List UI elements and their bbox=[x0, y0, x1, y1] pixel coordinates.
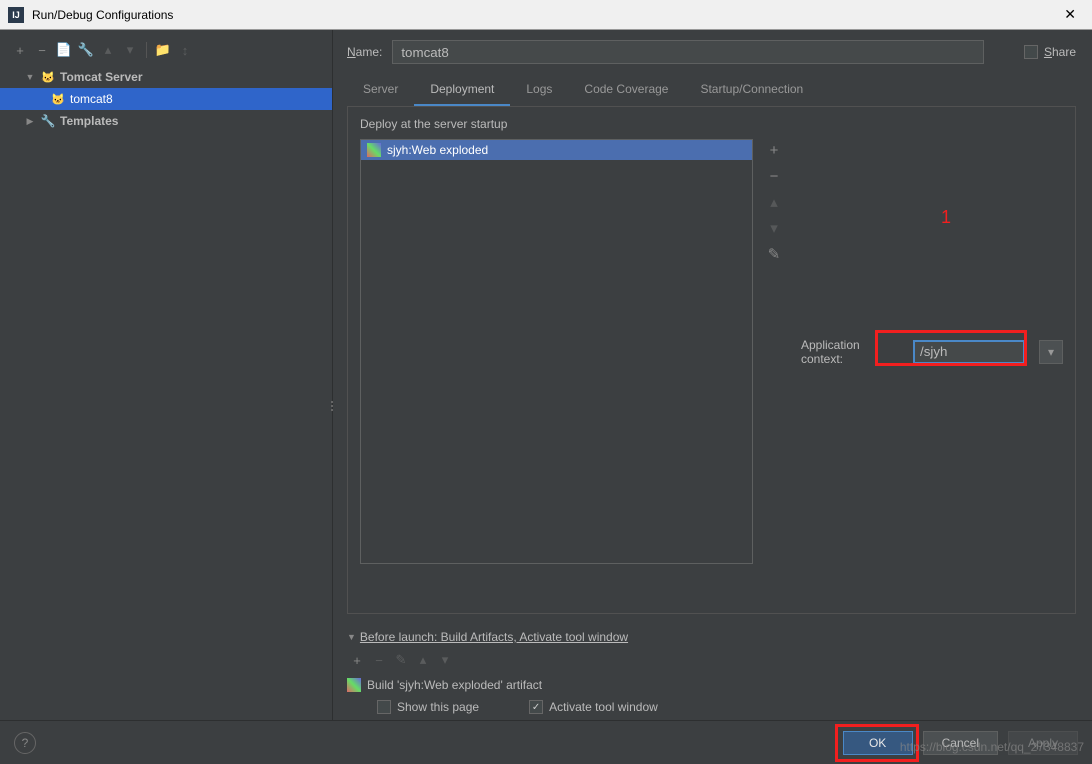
move-down-icon[interactable]: ▾ bbox=[763, 217, 785, 239]
sidebar: + − 📄 🔧 ▴ ▾ 📁 ↕ ▼ Tomcat Server tomcat8 … bbox=[0, 30, 333, 720]
task-up-icon[interactable]: ▴ bbox=[413, 650, 433, 670]
tree-label: tomcat8 bbox=[70, 92, 113, 106]
collapse-icon[interactable]: ▼ bbox=[347, 632, 356, 642]
activate-window-checkbox[interactable]: ✓ Activate tool window bbox=[529, 700, 658, 714]
app-icon: IJ bbox=[8, 7, 24, 23]
folder-icon[interactable]: 📁 bbox=[153, 40, 173, 60]
show-page-label: Show this page bbox=[397, 700, 479, 714]
up-icon[interactable]: ▴ bbox=[98, 40, 118, 60]
tab-logs[interactable]: Logs bbox=[510, 74, 568, 106]
remove-artifact-icon[interactable]: − bbox=[763, 165, 785, 187]
tree-label: Tomcat Server bbox=[60, 70, 142, 84]
tab-startup-connection[interactable]: Startup/Connection bbox=[684, 74, 819, 106]
window-title: Run/Debug Configurations bbox=[32, 8, 1056, 22]
tree-item-tomcat-server[interactable]: ▼ Tomcat Server bbox=[0, 66, 332, 88]
remove-icon[interactable]: − bbox=[32, 40, 52, 60]
checkbox-icon: ✓ bbox=[529, 700, 543, 714]
name-label: Name: bbox=[347, 45, 382, 59]
application-context-input[interactable] bbox=[913, 340, 1025, 364]
remove-task-icon[interactable]: − bbox=[369, 650, 389, 670]
artifact-toolbar: + − ▴ ▾ ✎ bbox=[763, 139, 785, 564]
context-label: Application context: bbox=[801, 338, 905, 366]
artifact-icon bbox=[367, 143, 381, 157]
deploy-section-label: Deploy at the server startup bbox=[360, 117, 1063, 131]
show-page-checkbox[interactable]: Show this page bbox=[377, 700, 479, 714]
tomcat-icon bbox=[40, 69, 56, 85]
sort-icon[interactable]: ↕ bbox=[175, 40, 195, 60]
artifact-label: sjyh:Web exploded bbox=[387, 143, 488, 157]
deployment-panel: Deploy at the server startup sjyh:Web ex… bbox=[347, 107, 1076, 614]
tomcat-icon bbox=[50, 91, 66, 107]
edit-icon[interactable]: ✎ bbox=[763, 243, 785, 265]
task-label: Build 'sjyh:Web exploded' artifact bbox=[367, 678, 542, 692]
before-launch-label: Before launch: Build Artifacts, Activate… bbox=[360, 630, 628, 644]
before-launch-toolbar: + − ✎ ▴ ▾ bbox=[347, 644, 1076, 676]
tab-server[interactable]: Server bbox=[347, 74, 414, 106]
move-up-icon[interactable]: ▴ bbox=[763, 191, 785, 213]
tab-code-coverage[interactable]: Code Coverage bbox=[568, 74, 684, 106]
tab-deployment[interactable]: Deployment bbox=[414, 74, 510, 106]
expand-icon[interactable]: ▼ bbox=[24, 72, 36, 82]
resize-handle[interactable] bbox=[329, 400, 335, 412]
help-icon[interactable]: ? bbox=[14, 732, 36, 754]
content-panel: Name: Share Server Deployment Logs Code … bbox=[333, 30, 1092, 720]
before-launch-task[interactable]: Build 'sjyh:Web exploded' artifact bbox=[347, 676, 1076, 694]
before-launch-header[interactable]: ▼ Before launch: Build Artifacts, Activa… bbox=[347, 630, 1076, 644]
task-down-icon[interactable]: ▾ bbox=[435, 650, 455, 670]
artifact-item[interactable]: sjyh:Web exploded bbox=[361, 140, 752, 160]
edit-task-icon[interactable]: ✎ bbox=[391, 650, 411, 670]
checkbox-icon bbox=[1024, 45, 1038, 59]
down-icon[interactable]: ▾ bbox=[120, 40, 140, 60]
activate-window-label: Activate tool window bbox=[549, 700, 658, 714]
tree-item-tomcat8[interactable]: tomcat8 bbox=[0, 88, 332, 110]
watermark: https://blog.csdn.net/qq_27348837 bbox=[900, 740, 1084, 754]
build-artifact-icon bbox=[347, 678, 361, 692]
tree-label: Templates bbox=[60, 114, 118, 128]
add-task-icon[interactable]: + bbox=[347, 650, 367, 670]
close-icon[interactable]: ✕ bbox=[1056, 6, 1084, 23]
artifact-list[interactable]: sjyh:Web exploded bbox=[360, 139, 753, 564]
add-artifact-icon[interactable]: + bbox=[763, 139, 785, 161]
expand-icon[interactable]: ▶ bbox=[24, 116, 36, 127]
before-launch-section: ▼ Before launch: Build Artifacts, Activa… bbox=[347, 630, 1076, 720]
titlebar: IJ Run/Debug Configurations ✕ bbox=[0, 0, 1092, 30]
share-label: Share bbox=[1044, 45, 1076, 59]
add-icon[interactable]: + bbox=[10, 40, 30, 60]
name-input[interactable] bbox=[392, 40, 984, 64]
checkbox-icon bbox=[377, 700, 391, 714]
tree-item-templates[interactable]: ▶ 🔧 Templates bbox=[0, 110, 332, 132]
copy-icon[interactable]: 📄 bbox=[54, 40, 74, 60]
wrench-icon: 🔧 bbox=[40, 113, 56, 129]
share-checkbox[interactable]: Share bbox=[1024, 45, 1076, 59]
tabs: Server Deployment Logs Code Coverage Sta… bbox=[347, 74, 1076, 107]
sidebar-toolbar: + − 📄 🔧 ▴ ▾ 📁 ↕ bbox=[0, 36, 332, 64]
settings-icon[interactable]: 🔧 bbox=[76, 40, 96, 60]
config-tree: ▼ Tomcat Server tomcat8 ▶ 🔧 Templates bbox=[0, 64, 332, 134]
context-dropdown-icon[interactable]: ▾ bbox=[1039, 340, 1063, 364]
annotation-1: 1 bbox=[941, 207, 951, 228]
